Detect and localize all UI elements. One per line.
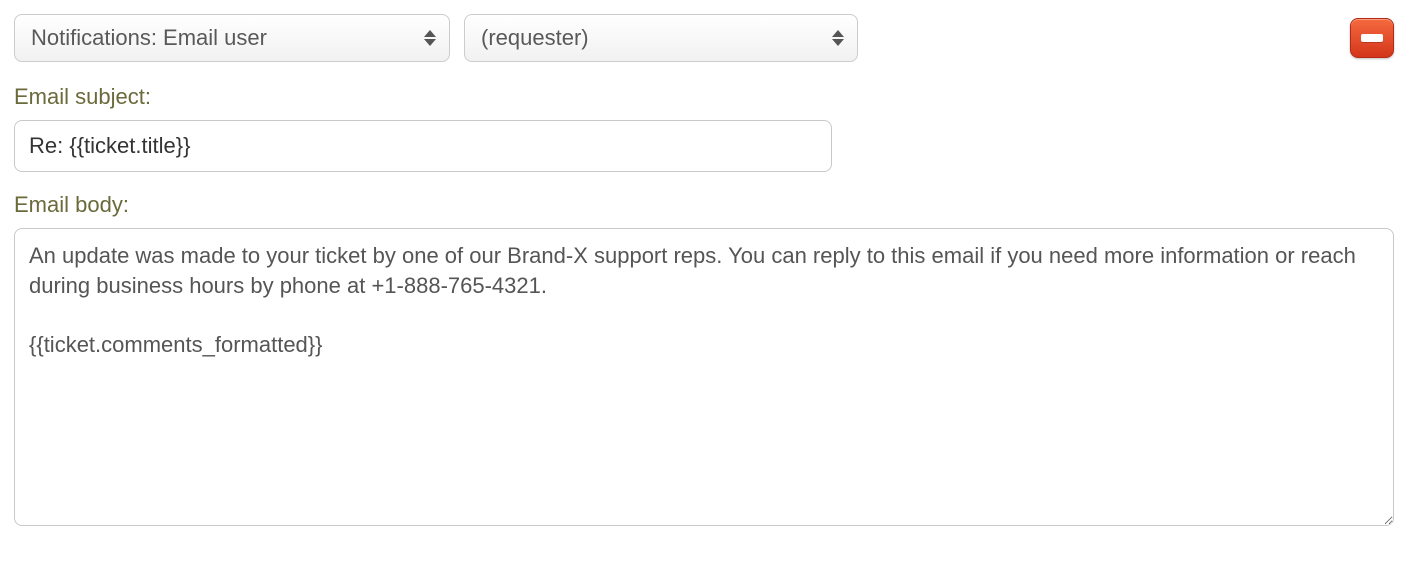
action-target-select[interactable]: (requester) bbox=[464, 14, 858, 62]
action-type-selected: Notifications: Email user bbox=[31, 25, 267, 51]
minus-icon bbox=[1361, 34, 1383, 42]
action-row: Notifications: Email user (requester) bbox=[14, 14, 1394, 62]
email-subject-input[interactable] bbox=[14, 120, 832, 172]
action-target-selected: (requester) bbox=[481, 25, 589, 51]
email-body-textarea[interactable] bbox=[14, 228, 1394, 526]
action-type-select[interactable]: Notifications: Email user bbox=[14, 14, 450, 62]
email-body-block: Email body: bbox=[14, 192, 1394, 531]
email-subject-label: Email subject: bbox=[14, 84, 1394, 110]
email-subject-block: Email subject: bbox=[14, 84, 1394, 172]
email-body-label: Email body: bbox=[14, 192, 1394, 218]
remove-action-button[interactable] bbox=[1350, 18, 1394, 58]
